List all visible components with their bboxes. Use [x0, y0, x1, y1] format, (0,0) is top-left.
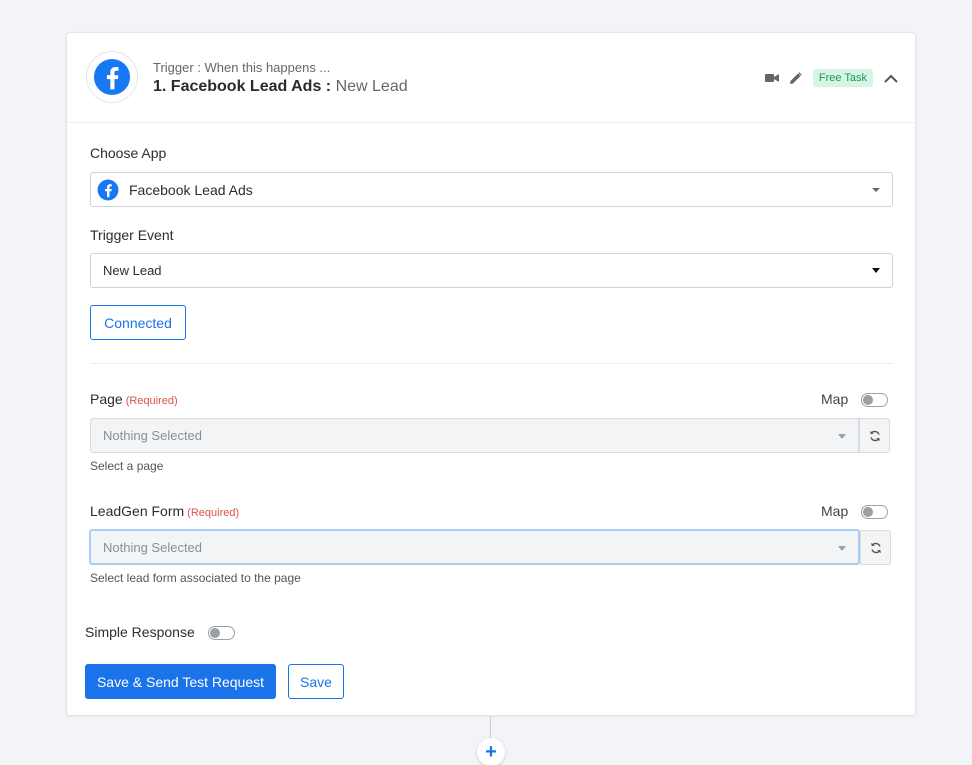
page-map-toggle[interactable] [861, 393, 888, 407]
caret-down-icon [872, 268, 880, 273]
leadgen-label-text: LeadGen Form [90, 503, 185, 519]
leadgen-select-value: Nothing Selected [103, 539, 203, 555]
trigger-title: 1. Facebook Lead Ads : New Lead [153, 78, 408, 96]
trigger-event-select[interactable]: New Lead [90, 253, 893, 288]
caret-down-icon [838, 546, 846, 551]
leadgen-help-text: Select lead form associated to the page [90, 571, 301, 585]
video-camera-icon[interactable] [764, 71, 779, 85]
trigger-title-app: 1. Facebook Lead Ads : [153, 78, 336, 95]
trigger-event-label: Trigger Event [90, 227, 174, 243]
connected-button[interactable]: Connected [90, 305, 186, 340]
choose-app-value: Facebook Lead Ads [129, 181, 253, 198]
leadgen-select[interactable]: Nothing Selected [89, 529, 860, 565]
caret-down-icon [872, 188, 880, 192]
page-select-value: Nothing Selected [103, 428, 203, 443]
leadgen-map-label: Map [821, 503, 849, 519]
step-connector [490, 716, 491, 738]
refresh-icon [869, 430, 880, 441]
page-select[interactable]: Nothing Selected [90, 418, 859, 453]
add-step-button[interactable]: + [477, 738, 505, 765]
save-send-test-button[interactable]: Save & Send Test Request [85, 664, 276, 699]
leadgen-map-toggle[interactable] [861, 505, 888, 519]
page-label-text: Page [90, 391, 123, 407]
page-required-tag: (Required) [125, 395, 178, 407]
facebook-icon [93, 58, 131, 96]
save-button[interactable]: Save [288, 664, 344, 699]
plus-icon: + [485, 740, 497, 763]
trigger-card: Trigger : When this happens ... 1. Faceb… [66, 32, 916, 716]
page-label: Page (Required) [90, 391, 178, 407]
pencil-icon[interactable] [789, 71, 803, 85]
caret-down-icon [838, 434, 846, 439]
simple-response-label: Simple Response [85, 624, 195, 640]
leadgen-refresh-button[interactable] [860, 530, 891, 565]
free-task-badge: Free Task [812, 69, 873, 87]
refresh-icon [870, 542, 881, 553]
trigger-caption: Trigger : When this happens ... [153, 60, 331, 75]
page-refresh-button[interactable] [859, 418, 890, 453]
facebook-icon [97, 179, 119, 200]
chevron-up-icon[interactable] [883, 70, 899, 86]
trigger-event-value: New Lead [103, 263, 162, 278]
choose-app-select[interactable]: Facebook Lead Ads [90, 172, 893, 207]
app-logo [86, 51, 138, 103]
page-help-text: Select a page [90, 459, 164, 473]
trigger-header[interactable]: Trigger : When this happens ... 1. Faceb… [67, 33, 915, 123]
trigger-title-event: New Lead [335, 78, 408, 95]
header-tools: Free Task [764, 69, 899, 87]
leadgen-label: LeadGen Form (Required) [90, 503, 239, 519]
leadgen-required-tag: (Required) [187, 507, 240, 519]
simple-response-toggle[interactable] [208, 626, 235, 640]
section-divider [90, 363, 893, 364]
choose-app-label: Choose App [90, 145, 167, 161]
page-map-label: Map [821, 391, 849, 407]
